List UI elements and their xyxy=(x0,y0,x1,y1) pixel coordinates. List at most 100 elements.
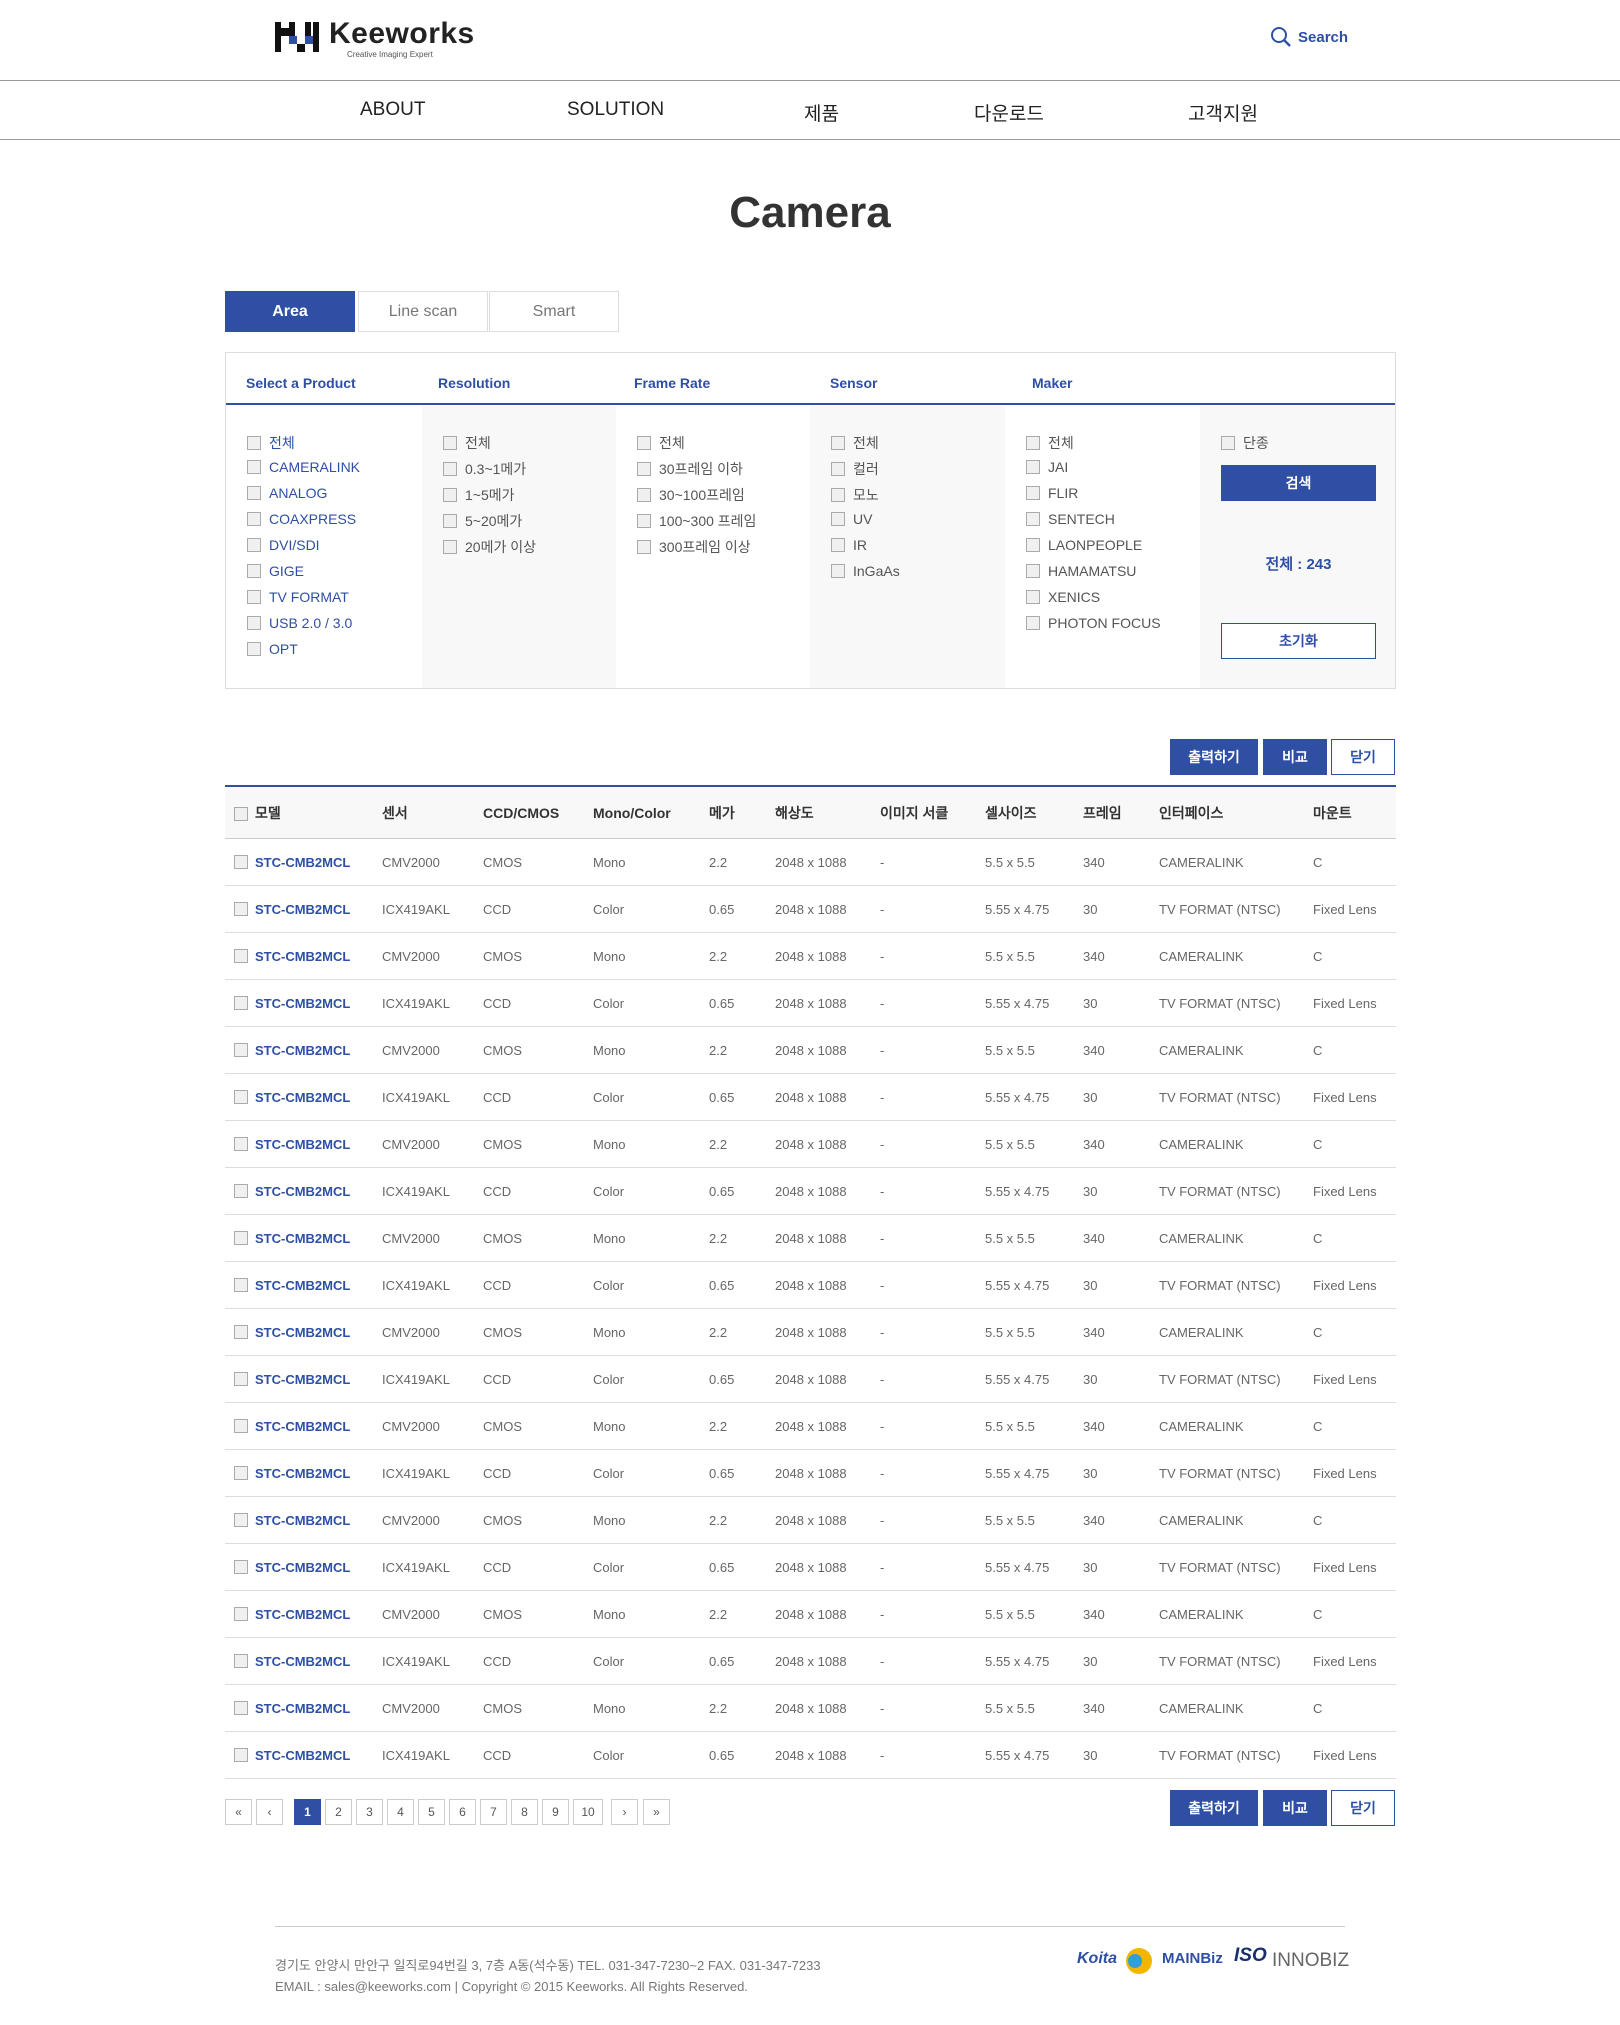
checkbox[interactable] xyxy=(443,540,457,554)
filter-option[interactable]: 0.3~1메가 xyxy=(443,459,526,479)
page-10-button[interactable]: 10 xyxy=(573,1799,603,1825)
checkbox[interactable] xyxy=(1026,590,1040,604)
page-6-button[interactable]: 6 xyxy=(449,1799,476,1825)
model-link[interactable]: STC-CMB2MCL xyxy=(255,886,350,932)
model-link[interactable]: STC-CMB2MCL xyxy=(255,1544,350,1590)
checkbox[interactable] xyxy=(1026,436,1040,450)
checkbox[interactable] xyxy=(1026,512,1040,526)
table-row[interactable]: STC-CMB2MCL ICX419AKL CCD Color 0.65 2048 x 1… xyxy=(225,1450,1396,1497)
search-button[interactable]: Search xyxy=(1270,26,1348,48)
next-page-button[interactable]: › xyxy=(611,1799,638,1825)
checkbox[interactable] xyxy=(1026,616,1040,630)
page-8-button[interactable]: 8 xyxy=(511,1799,538,1825)
model-link[interactable]: STC-CMB2MCL xyxy=(255,1685,350,1731)
filter-option[interactable]: 20메가 이상 xyxy=(443,537,536,557)
model-link[interactable]: STC-CMB2MCL xyxy=(255,1074,350,1120)
checkbox[interactable] xyxy=(831,512,845,526)
model-link[interactable]: STC-CMB2MCL xyxy=(255,1356,350,1402)
select-all-checkbox[interactable] xyxy=(234,807,248,821)
model-link[interactable]: STC-CMB2MCL xyxy=(255,1215,350,1261)
nav-about[interactable]: ABOUT xyxy=(360,99,425,121)
table-row[interactable]: STC-CMB2MCL CMV2000 CMOS Mono 2.2 2048 x 1088… xyxy=(225,933,1396,980)
model-link[interactable]: STC-CMB2MCL xyxy=(255,839,350,885)
checkbox[interactable] xyxy=(247,486,261,500)
page-5-button[interactable]: 5 xyxy=(418,1799,445,1825)
table-row[interactable]: STC-CMB2MCL ICX419AKL CCD Color 0.65 2048 x 1… xyxy=(225,1732,1396,1779)
checkbox[interactable] xyxy=(247,616,261,630)
table-row[interactable]: STC-CMB2MCL CMV2000 CMOS Mono 2.2 2048 x 1088… xyxy=(225,1403,1396,1450)
checkbox[interactable] xyxy=(1026,564,1040,578)
checkbox[interactable] xyxy=(247,512,261,526)
checkbox[interactable] xyxy=(443,462,457,476)
checkbox[interactable] xyxy=(1026,538,1040,552)
row-checkbox[interactable] xyxy=(234,1090,248,1104)
filter-option[interactable]: 1~5메가 xyxy=(443,485,515,505)
model-link[interactable]: STC-CMB2MCL xyxy=(255,1497,350,1543)
checkbox[interactable] xyxy=(831,488,845,502)
tab-area[interactable]: Area xyxy=(225,291,355,332)
filter-option[interactable]: ANALOG xyxy=(247,485,327,501)
checkbox[interactable] xyxy=(637,514,651,528)
compare-button[interactable]: 비교 xyxy=(1263,739,1327,775)
print-button-bottom[interactable]: 출력하기 xyxy=(1170,1790,1258,1826)
model-link[interactable]: STC-CMB2MCL xyxy=(255,1262,350,1308)
prev-page-button[interactable]: ‹ xyxy=(256,1799,283,1825)
checkbox[interactable] xyxy=(443,488,457,502)
first-page-button[interactable]: « xyxy=(225,1799,252,1825)
close-button[interactable]: 닫기 xyxy=(1331,739,1395,775)
filter-option-discontinued[interactable]: 단종 xyxy=(1221,433,1269,453)
model-link[interactable]: STC-CMB2MCL xyxy=(255,980,350,1026)
filter-option[interactable]: FLIR xyxy=(1026,485,1078,501)
row-checkbox[interactable] xyxy=(234,1184,248,1198)
checkbox[interactable] xyxy=(637,462,651,476)
page-7-button[interactable]: 7 xyxy=(480,1799,507,1825)
checkbox[interactable] xyxy=(247,460,261,474)
checkbox[interactable] xyxy=(831,538,845,552)
row-checkbox[interactable] xyxy=(234,1701,248,1715)
nav-solution[interactable]: SOLUTION xyxy=(567,99,664,121)
model-link[interactable]: STC-CMB2MCL xyxy=(255,1403,350,1449)
checkbox[interactable] xyxy=(247,538,261,552)
filter-option[interactable]: TV FORMAT xyxy=(247,589,349,605)
checkbox[interactable] xyxy=(1026,460,1040,474)
filter-option[interactable]: 100~300 프레임 xyxy=(637,511,756,531)
table-row[interactable]: STC-CMB2MCL ICX419AKL CCD Color 0.65 2048 x 1… xyxy=(225,1356,1396,1403)
filter-option[interactable]: InGaAs xyxy=(831,563,900,579)
tab-line-scan[interactable]: Line scan xyxy=(358,291,488,332)
table-row[interactable]: STC-CMB2MCL CMV2000 CMOS Mono 2.2 2048 x 1088… xyxy=(225,1497,1396,1544)
filter-option[interactable]: 전체 xyxy=(1026,433,1074,453)
model-link[interactable]: STC-CMB2MCL xyxy=(255,1309,350,1355)
model-link[interactable]: STC-CMB2MCL xyxy=(255,1638,350,1684)
row-checkbox[interactable] xyxy=(234,1513,248,1527)
checkbox[interactable] xyxy=(247,590,261,604)
table-row[interactable]: STC-CMB2MCL CMV2000 CMOS Mono 2.2 2048 x 1088… xyxy=(225,1309,1396,1356)
table-row[interactable]: STC-CMB2MCL CMV2000 CMOS Mono 2.2 2048 x 1088… xyxy=(225,1591,1396,1638)
model-link[interactable]: STC-CMB2MCL xyxy=(255,1121,350,1167)
last-page-button[interactable]: » xyxy=(643,1799,670,1825)
nav-support[interactable]: 고객지원 xyxy=(1188,99,1258,126)
table-row[interactable]: STC-CMB2MCL ICX419AKL CCD Color 0.65 2048 x 1… xyxy=(225,886,1396,933)
close-button-bottom[interactable]: 닫기 xyxy=(1331,1790,1395,1826)
row-checkbox[interactable] xyxy=(234,1137,248,1151)
row-checkbox[interactable] xyxy=(234,1372,248,1386)
checkbox[interactable] xyxy=(1221,436,1235,450)
row-checkbox[interactable] xyxy=(234,855,248,869)
page-1-button[interactable]: 1 xyxy=(294,1799,321,1825)
table-row[interactable]: STC-CMB2MCL CMV2000 CMOS Mono 2.2 2048 x 1088… xyxy=(225,1215,1396,1262)
filter-option[interactable]: 300프레임 이상 xyxy=(637,537,751,557)
row-checkbox[interactable] xyxy=(234,949,248,963)
table-row[interactable]: STC-CMB2MCL CMV2000 CMOS Mono 2.2 2048 x 1088… xyxy=(225,839,1396,886)
row-checkbox[interactable] xyxy=(234,1748,248,1762)
filter-option[interactable]: 전체 xyxy=(443,433,491,453)
model-link[interactable]: STC-CMB2MCL xyxy=(255,1027,350,1073)
row-checkbox[interactable] xyxy=(234,1043,248,1057)
filter-option[interactable]: COAXPRESS xyxy=(247,511,356,527)
table-row[interactable]: STC-CMB2MCL CMV2000 CMOS Mono 2.2 2048 x 1088… xyxy=(225,1685,1396,1732)
filter-option[interactable]: JAI xyxy=(1026,459,1068,475)
model-link[interactable]: STC-CMB2MCL xyxy=(255,1591,350,1637)
filter-option[interactable]: SENTECH xyxy=(1026,511,1115,527)
checkbox[interactable] xyxy=(831,462,845,476)
checkbox[interactable] xyxy=(1026,486,1040,500)
filter-option[interactable]: 전체 xyxy=(247,433,295,453)
page-9-button[interactable]: 9 xyxy=(542,1799,569,1825)
